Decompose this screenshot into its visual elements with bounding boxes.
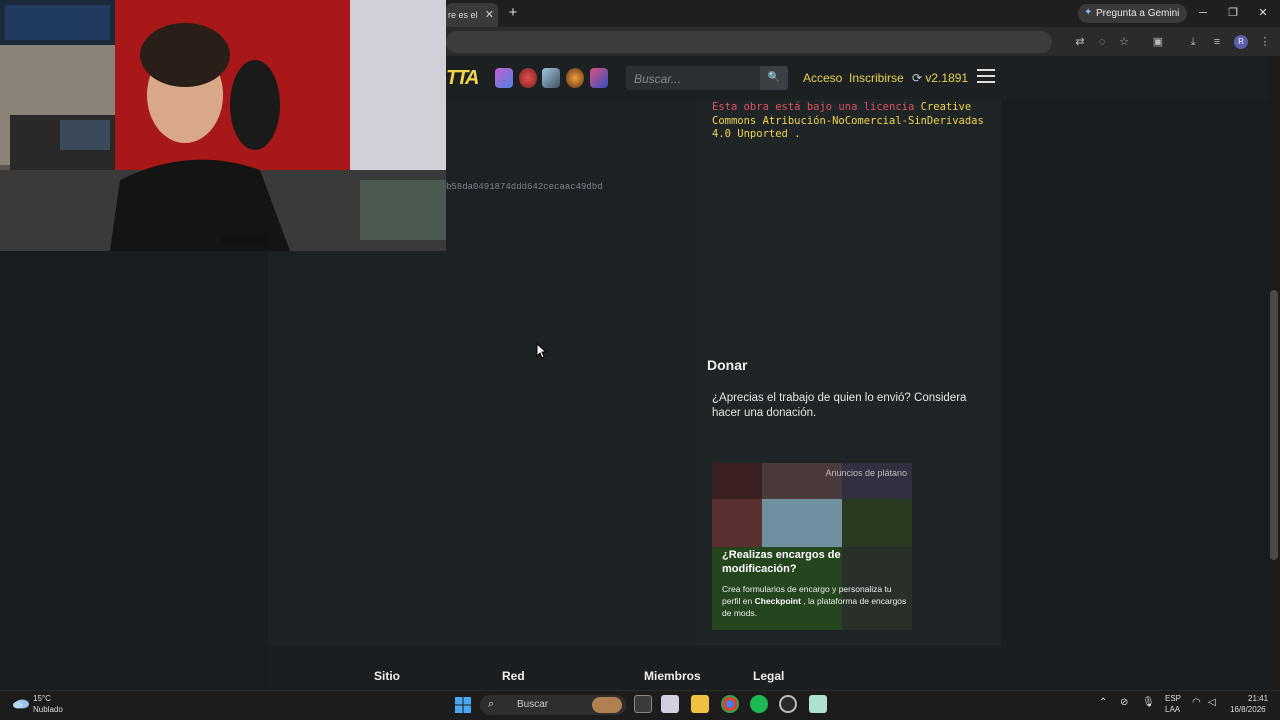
windows-start-icon[interactable] — [455, 697, 471, 713]
chrome-icon[interactable] — [721, 695, 739, 713]
taskbar-search[interactable]: ⌕ Buscar — [480, 695, 626, 715]
star-icon[interactable]: ☆ — [1116, 34, 1132, 50]
donate-heading: Donar — [707, 357, 748, 373]
menu-icon[interactable]: ⋮ — [1257, 34, 1273, 50]
scrollbar-thumb[interactable] — [1270, 290, 1278, 560]
network-off-icon[interactable]: ⊘ — [1120, 697, 1128, 708]
webcam-feed-image — [0, 0, 446, 251]
search-icon[interactable]: 🔍 — [760, 66, 788, 90]
file-hash: b58da0491874ddd642cecaac49dbd — [446, 182, 603, 192]
input-layout[interactable]: LAA — [1165, 705, 1180, 714]
taskbar-search-label: Buscar — [517, 699, 549, 710]
ad-thumbnail — [712, 463, 762, 499]
mouse-cursor-icon — [536, 343, 548, 359]
tab-close-icon[interactable]: ✕ — [485, 8, 494, 21]
ad-thumbnail — [712, 499, 762, 547]
sync-icon: ⟳ — [912, 71, 923, 85]
volume-icon[interactable]: ◁ — [1208, 697, 1216, 708]
game-icon-3[interactable] — [542, 68, 560, 88]
wifi-icon[interactable]: ◠ — [1192, 697, 1201, 708]
ad-thumbnail — [842, 499, 912, 547]
clock-date[interactable]: 16/8/2026 — [1230, 705, 1266, 714]
restore-button[interactable]: ❐ — [1223, 5, 1243, 21]
footer-heading-red: Red — [502, 669, 525, 683]
ad-body: Crea formularios de encargo y personaliz… — [722, 583, 907, 619]
login-link[interactable]: Acceso — [803, 71, 842, 85]
signup-link[interactable]: Inscribirse — [849, 71, 904, 85]
search-highlight-image — [592, 697, 622, 713]
extensions-icon[interactable]: ▣ — [1150, 34, 1166, 50]
notepad-icon[interactable] — [809, 695, 827, 713]
chevron-up-icon[interactable]: ⌃ — [1099, 697, 1107, 708]
ad-banner[interactable]: Anuncios de plátano ¿Realizas encargos d… — [712, 463, 912, 630]
eye-off-icon[interactable]: ◌ — [1094, 34, 1110, 50]
app-icon-2[interactable] — [779, 695, 797, 713]
game-icon-5[interactable] — [590, 68, 608, 88]
tab-title: re es el — [448, 10, 478, 20]
gemini-label: Pregunta a Gemini — [1096, 8, 1180, 19]
site-footer — [268, 645, 1001, 690]
footer-heading-sitio: Sitio — [374, 669, 400, 683]
input-language[interactable]: ESP — [1165, 694, 1181, 703]
ad-thumbnail — [762, 499, 842, 547]
gemini-button[interactable]: ✦ Pregunta a Gemini — [1078, 4, 1188, 23]
version-link[interactable]: ⟳ v2.1891 — [912, 71, 968, 85]
search-icon: ⌕ — [488, 698, 495, 710]
weather-description[interactable]: Nublado — [33, 705, 63, 714]
game-icon-1[interactable] — [495, 68, 513, 88]
version-label: v2.1891 — [925, 71, 969, 85]
game-icon-4[interactable] — [566, 68, 584, 88]
game-icon-2[interactable] — [519, 68, 537, 88]
site-search-input[interactable]: Buscar... — [626, 66, 760, 90]
ad-title: ¿Realizas encargos de modificación? — [722, 549, 841, 575]
task-view-icon[interactable] — [634, 695, 652, 713]
media-icon[interactable]: ≡ — [1209, 34, 1225, 50]
translate-icon[interactable]: ⇄ — [1072, 34, 1088, 50]
download-icon[interactable]: ⤓ — [1185, 34, 1201, 50]
site-logo[interactable]: TTA — [446, 67, 480, 89]
footer-heading-miembros: Miembros — [644, 669, 701, 683]
footer-heading-legal: Legal — [753, 669, 785, 683]
profile-avatar[interactable]: R — [1234, 35, 1248, 49]
license-notice: Esta obra está bajo una licencia Creativ… — [712, 101, 992, 142]
cloud-icon[interactable] — [12, 697, 30, 709]
weather-temperature[interactable]: 15°C — [33, 694, 51, 703]
webcam-overlay — [0, 0, 446, 251]
close-window-button[interactable]: ✕ — [1253, 5, 1273, 21]
new-tab-button[interactable]: + — [505, 5, 521, 21]
ad-tag: Anuncios de plátano — [825, 468, 907, 478]
license-suffix: . — [794, 128, 801, 140]
address-field[interactable] — [446, 31, 1052, 53]
hamburger-menu-icon[interactable] — [977, 69, 995, 87]
clock-time[interactable]: 21:41 — [1248, 694, 1268, 703]
sparkle-icon: ✦ — [1084, 7, 1093, 18]
minimize-button[interactable]: ─ — [1193, 5, 1213, 21]
microphone-icon[interactable]: 🎙 — [1142, 697, 1155, 708]
file-explorer-icon[interactable] — [691, 695, 709, 713]
app-icon-1[interactable] — [661, 695, 679, 713]
browser-tab[interactable]: re es el ✕ — [446, 3, 498, 27]
license-prefix: Esta obra está bajo una licencia — [712, 101, 915, 113]
spotify-icon[interactable] — [750, 695, 768, 713]
donate-text: ¿Aprecias el trabajo de quien lo envió? … — [712, 392, 967, 419]
ad-brand: Checkpoint — [754, 596, 801, 606]
